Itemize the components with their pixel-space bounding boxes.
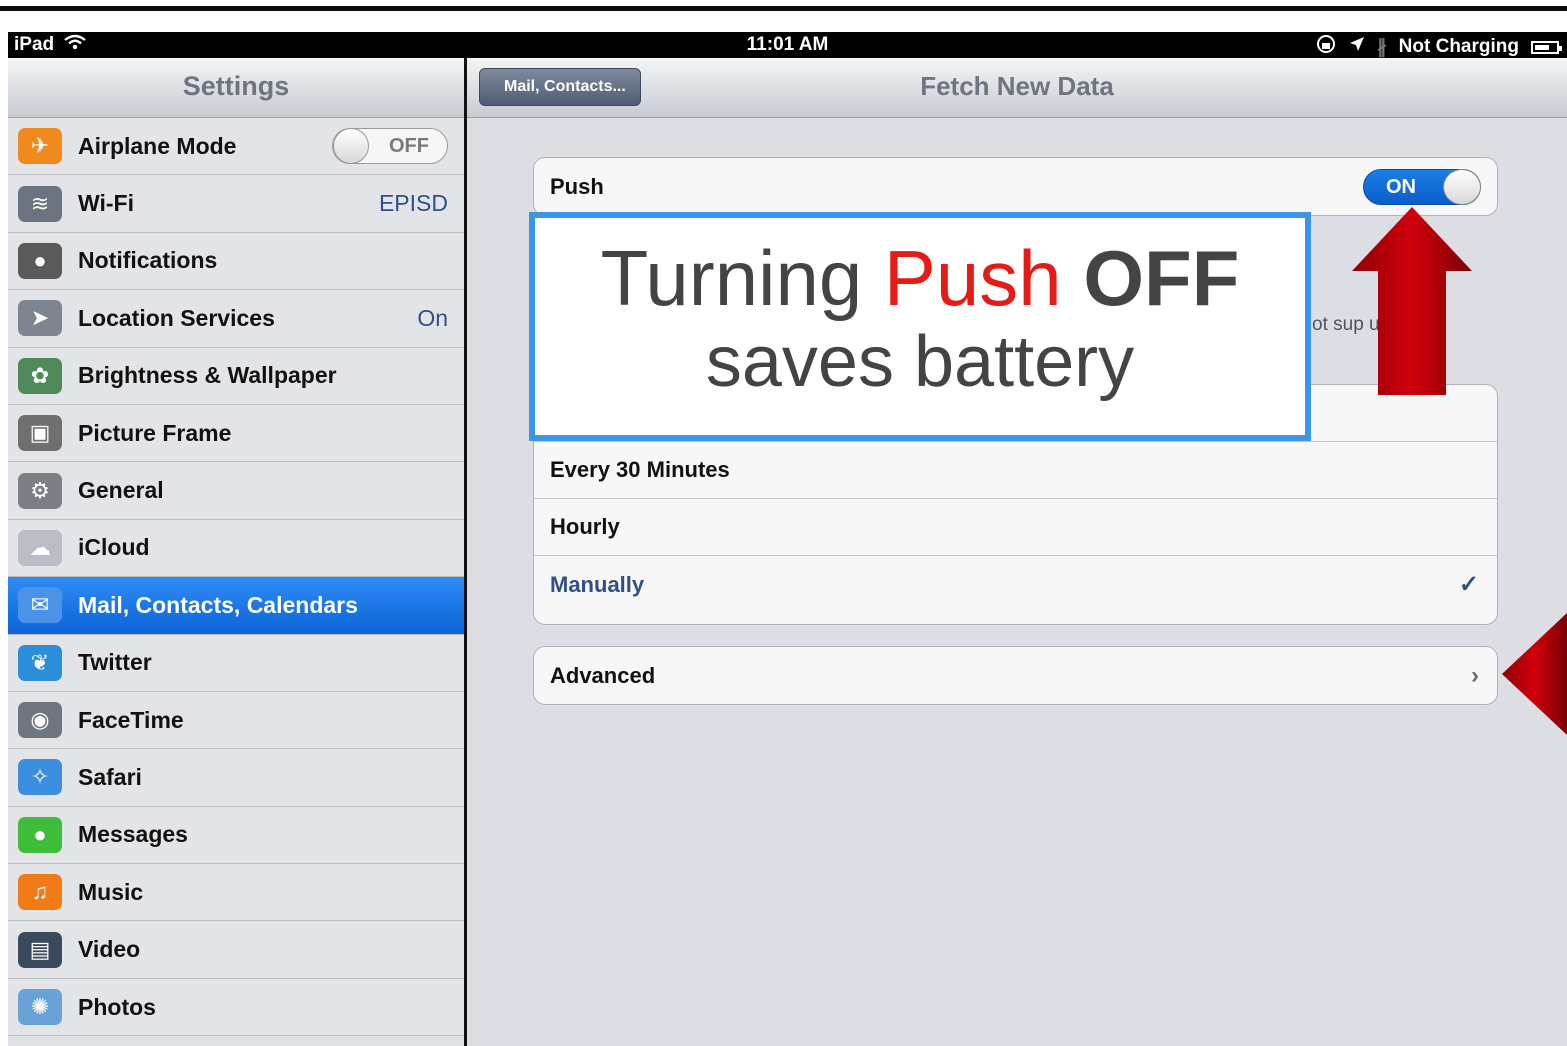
camera-icon: ◉ (18, 702, 62, 739)
settings-item-label: Photos (78, 993, 156, 1020)
settings-item-wi-fi[interactable]: ≋ Wi-Fi EPISD (8, 175, 464, 233)
settings-item-label: FaceTime (78, 706, 184, 733)
settings-item-label: Music (78, 878, 144, 905)
schedule-option-label: Every 30 Minutes (550, 457, 730, 482)
push-toggle-text: ON (1386, 175, 1416, 198)
picture-frame-icon: ▣ (18, 415, 62, 452)
settings-item-label: Video (78, 936, 141, 963)
schedule-option-manually[interactable]: Manually ✓ (534, 556, 1497, 613)
settings-item-label: Twitter (78, 649, 152, 676)
red-left-arrow-icon (1502, 613, 1567, 735)
settings-item-brightness-wallpaper[interactable]: ✿ Brightness & Wallpaper (8, 347, 464, 405)
settings-title: Settings (8, 58, 464, 118)
schedule-option-label: Manually (550, 571, 645, 597)
schedule-option-hourly[interactable]: Hourly (534, 499, 1497, 556)
settings-item-label: Mail, Contacts, Calendars (78, 591, 358, 618)
toggle-knob (333, 128, 369, 165)
settings-item-picture-frame[interactable]: ▣ Picture Frame (8, 404, 464, 463)
settings-item-safari[interactable]: ✧ Safari (8, 749, 464, 807)
settings-item-notifications[interactable]: ● Notifications (8, 232, 464, 291)
notifications-icon: ● (18, 242, 62, 279)
battery-icon (1531, 40, 1562, 54)
settings-item-icloud[interactable]: ☁ iCloud (8, 519, 464, 578)
advanced-row[interactable]: Advanced › (534, 647, 1497, 704)
settings-item-photos[interactable]: ✺ Photos (8, 978, 464, 1037)
flower-icon: ✿ (18, 357, 62, 394)
settings-item-label: Brightness & Wallpaper (78, 362, 337, 389)
settings-item-twitter[interactable]: ❦ Twitter (8, 634, 464, 692)
annotation-callout: Turning Push OFF saves battery (529, 212, 1311, 441)
settings-item-general[interactable]: ⚙ General (8, 462, 464, 520)
status-right: ∦ Not Charging (1315, 34, 1562, 60)
back-button[interactable]: Mail, Contacts... (479, 68, 641, 106)
checkmark-icon: ✓ (1458, 571, 1479, 598)
bluetooth-icon: ∦ (1377, 36, 1387, 58)
top-border-line (0, 6, 1567, 11)
airplane-mode-toggle[interactable]: OFF (332, 128, 448, 165)
advanced-label: Advanced (550, 662, 656, 688)
charging-status: Not Charging (1398, 36, 1519, 57)
gear-icon: ⚙ (18, 472, 62, 509)
settings-item-label: General (78, 477, 164, 504)
airplane-toggle-text: OFF (389, 135, 429, 158)
settings-item-mail-contacts-calendars[interactable]: ✉ Mail, Contacts, Calendars (8, 577, 464, 635)
settings-item-label: Messages (78, 821, 188, 848)
airplane-icon: ✈ (18, 128, 62, 165)
settings-item-messages[interactable]: ● Messages (8, 806, 464, 865)
advanced-group: Advanced › (533, 646, 1498, 705)
push-label: Push (550, 173, 604, 199)
wifi-icon: ≋ (18, 185, 62, 222)
settings-item-value: On (417, 304, 448, 331)
chevron-right-icon: › (1471, 661, 1479, 689)
sunflower-icon: ✺ (18, 989, 62, 1026)
push-toggle[interactable]: ON (1363, 168, 1481, 205)
settings-item-facetime[interactable]: ◉ FaceTime (8, 691, 464, 750)
settings-item-label: Wi-Fi (78, 190, 134, 217)
callout-line-1: Turning Push OFF (535, 236, 1305, 320)
settings-item-value: EPISD (378, 190, 448, 217)
settings-item-music[interactable]: ♫ Music (8, 864, 464, 922)
settings-item-label: Safari (78, 763, 142, 790)
settings-item-video[interactable]: ▤ Video (8, 921, 464, 979)
clapper-icon: ▤ (18, 931, 62, 968)
toggle-knob (1443, 168, 1481, 205)
rotation-lock-icon (1315, 34, 1337, 60)
twitter-bird-icon: ❦ (18, 644, 62, 681)
music-note-icon: ♫ (18, 874, 62, 911)
schedule-list: Every 30 Minutes Hourly Manually ✓ (534, 442, 1497, 613)
compass-icon: ✧ (18, 759, 62, 796)
cloud-icon: ☁ (18, 529, 62, 566)
message-bubble-icon: ● (18, 816, 62, 853)
settings-item-label: iCloud (78, 534, 150, 561)
settings-item-label: Picture Frame (78, 419, 232, 446)
location-icon: ➤ (18, 300, 62, 337)
callout-text-turning: Turning (600, 234, 884, 322)
location-arrow-icon (1349, 36, 1365, 58)
mail-icon: ✉ (18, 587, 62, 624)
callout-text-push: Push (883, 234, 1062, 322)
settings-item-label: Notifications (78, 247, 218, 274)
schedule-option-every-30-minutes[interactable]: Every 30 Minutes (534, 442, 1497, 499)
settings-list: ✈ Airplane Mode OFF ≋ Wi-Fi EPISD ● Notificatio… (8, 118, 464, 1037)
callout-line-2: saves battery (705, 322, 1135, 402)
detail-navbar: Fetch New Data Mail, Contacts... (467, 58, 1567, 118)
red-up-arrow-icon (1352, 207, 1472, 395)
settings-item-label: Airplane Mode (78, 132, 237, 159)
callout-text-off: OFF (1061, 234, 1240, 322)
schedule-option-label: Hourly (550, 514, 620, 539)
settings-item-airplane-mode[interactable]: ✈ Airplane Mode OFF (8, 118, 464, 176)
settings-item-location-services[interactable]: ➤ Location Services On (8, 290, 464, 348)
settings-master-pane: Settings ✈ Airplane Mode OFF ≋ Wi-Fi EPISD ● No… (8, 58, 464, 1046)
status-bar: iPad 11:01 AM ∦ Not Charging (8, 32, 1567, 58)
settings-item-label: Location Services (78, 304, 275, 331)
